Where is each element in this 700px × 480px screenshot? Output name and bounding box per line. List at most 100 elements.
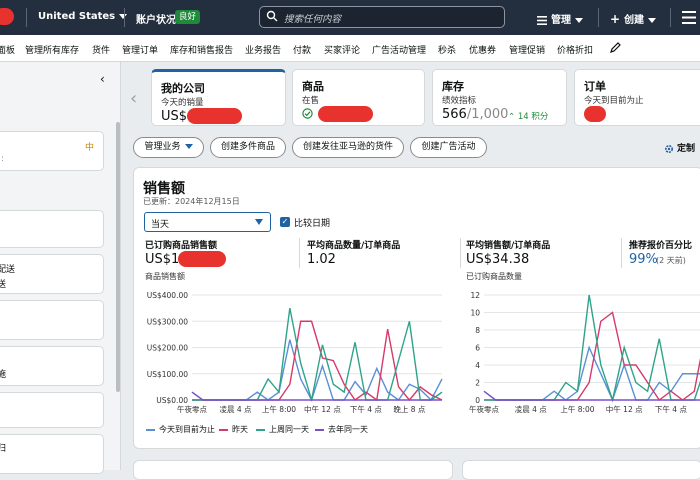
customize-button[interactable]: 定制 [664,141,695,154]
chevron-left-icon[interactable]: ‹ [130,88,137,109]
chevron-down-icon [184,144,193,149]
redaction [318,106,373,122]
kpi-value: 566/1,000 [442,107,508,122]
divider [26,8,27,27]
x-tick-label: 下午 4 点 [655,404,688,414]
nav-item-ads[interactable]: 广告活动管理 [372,43,426,56]
divider [670,8,671,27]
scrollbar[interactable] [116,122,120,392]
nav-item-business-reports[interactable]: 业务报告 [245,43,281,56]
nav-item-inventory-reports[interactable]: 库存和销售报告 [170,43,233,56]
menu-icon[interactable] [682,11,696,24]
create-menu[interactable]: + 创建 [610,11,657,26]
kpi-subtitle: 今天的销量 [161,98,204,108]
chevron-left-icon[interactable]: ‹ [100,72,105,86]
left-card[interactable] [0,392,104,428]
y-tick-label: US$300.00 [147,317,188,326]
sales-chart: US$0.00 US$100.00 US$200.00 US$300.00 US$400… [147,291,443,414]
manage-business-dropdown[interactable]: 管理业务 [133,137,204,158]
card [462,460,700,480]
chart-ylabel: 已订购商品数量 [466,272,522,281]
nav-item-dashboard[interactable]: 面板 [0,43,15,56]
metric-label: 平均销售额/订单商品 [466,241,551,251]
legend-label: 去年同一天 [328,425,368,434]
y-tick-label: 10 [470,309,480,318]
legend-item: 昨天 [219,424,248,435]
kpi-title: 我的公司 [161,82,205,95]
nav-item-coupons[interactable]: 优惠券 [469,43,496,56]
chevron-down-icon [255,219,263,225]
logo[interactable] [0,8,14,25]
nav-item-orders[interactable]: 管理订单 [122,43,158,56]
left-card[interactable]: 施 [0,346,104,386]
series-line [192,320,443,402]
create-campaign-button[interactable]: 创建广告活动 [410,137,487,158]
pill-label: 管理业务 [144,142,181,152]
period-dropdown[interactable]: 当天 [144,212,271,232]
nav-item-deals[interactable]: 秒杀 [438,43,456,56]
x-tick-label: 中午 12 点 [606,404,643,414]
kpi-card-company[interactable]: 我的公司 今天的销量 US$ [151,69,286,126]
x-tick-label: 凌晨 4 点 [219,404,252,414]
left-card[interactable] [0,210,104,248]
marketplace-label: United States [38,11,116,22]
left-card[interactable]: 配送 送 [0,254,104,294]
left-card[interactable] [0,300,104,340]
metric-value: 99% [629,252,658,267]
manage-label: 管理 [551,15,571,26]
kpi-title: 订单 [584,80,606,93]
nav-bar: 面板 管理所有库存 货件 管理订单 库存和销售报告 业务报告 付款 买家评论 广… [0,35,700,62]
manage-menu[interactable]: 管理 [537,11,583,26]
legend-swatch [219,428,228,431]
marketplace-selector[interactable]: United States [38,11,128,22]
legend-label: 昨天 [232,425,248,434]
series-line [483,390,700,401]
y-tick-label: US$100.00 [147,370,188,379]
kpi-card-listings[interactable]: 商品 在售 [292,69,425,126]
x-tick-label: 下午 4 点 [350,404,383,414]
x-tick-label: 午夜零点 [177,404,207,414]
check-circle-icon [302,108,313,119]
legend-item: 今天到目前为止 [146,424,215,435]
left-card[interactable]: 中 : [0,131,104,171]
plus-icon: + [610,12,621,26]
nav-item-payments[interactable]: 付款 [293,43,311,56]
nav-item-reviews[interactable]: 买家评论 [324,43,360,56]
x-tick-label: 凌晨 4 点 [515,404,548,414]
create-listings-button[interactable]: 创建多件商品 [210,137,286,158]
divider [598,8,599,27]
divider [124,8,125,27]
top-bar: United States 账户状况 良好 搜索任何内容 管理 + 创建 [0,0,700,35]
create-shipment-button[interactable]: 创建发往亚马逊的货件 [292,137,404,158]
card [133,460,453,480]
redaction [187,108,242,124]
y-tick-label: 2 [475,379,480,388]
nav-item-promotions[interactable]: 管理促销 [509,43,545,56]
account-health-label[interactable]: 账户状况 [136,11,176,26]
account-health-badge[interactable]: 良好 [175,10,201,24]
nav-item-price-discounts[interactable]: 价格折扣 [557,43,593,56]
kpi-card-inventory[interactable]: 库存 绩效指标 566/1,000 ⌃ 14 积分 [432,69,567,126]
search-box[interactable]: 搜索任何内容 [259,6,505,28]
pencil-icon[interactable] [610,42,621,53]
kpi-subtitle: 在售 [302,96,320,106]
x-tick-label: 上午 8:00 [262,404,296,414]
left-card[interactable]: 归 [0,434,104,474]
legend-label: 上周同一天 [269,425,309,434]
chart-ylabel: 商品销售额 [145,272,185,281]
metric-label: 推荐报价百分比 [629,241,693,251]
compare-checkbox[interactable]: ✓ [280,217,290,227]
legend-swatch [256,428,265,431]
nav-item-shipments[interactable]: 货件 [92,43,110,56]
left-card-label: 施 [0,370,7,380]
metric-label: 平均商品数量/订单商品 [307,241,401,251]
kpi-card-orders[interactable]: 订单 今天到目前为止 [574,69,700,126]
nav-item-inventory[interactable]: 管理所有库存 [25,43,79,56]
x-tick-label: 晚上 8 点 [393,404,426,414]
divider [621,238,622,268]
search-placeholder: 搜索任何内容 [284,14,342,25]
list-icon [537,15,547,25]
divider [460,238,461,268]
chevron-down-icon [648,17,657,23]
customize-label: 定制 [677,144,696,154]
